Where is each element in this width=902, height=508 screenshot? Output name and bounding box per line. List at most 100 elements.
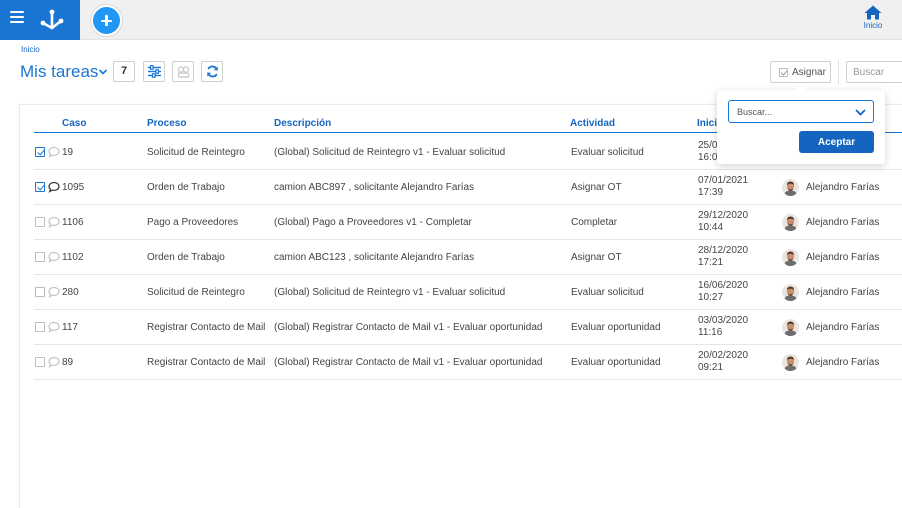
table-row[interactable]: 89 Registrar Contacto de Mail (Global) Reg… xyxy=(34,345,902,380)
comment-icon[interactable] xyxy=(48,181,60,193)
start-date: 29/12/2020 xyxy=(698,210,749,221)
cell-caso: 1106 xyxy=(62,217,84,228)
assign-label: Asignar xyxy=(792,67,826,78)
assign-check-icon xyxy=(779,68,788,77)
cell-proceso: Orden de Trabajo xyxy=(147,252,225,263)
comment-icon[interactable] xyxy=(48,356,60,368)
table-row[interactable]: 280 Solicitud de Reintegro (Global) Solici… xyxy=(34,275,902,310)
cell-descripcion: (Global) Registrar Contacto de Mail v1 -… xyxy=(274,322,543,333)
cell-caso: 280 xyxy=(62,287,79,298)
start-time: 11:16 xyxy=(698,327,723,338)
user-avatar xyxy=(782,214,799,231)
start-time: 17:21 xyxy=(698,257,724,268)
start-date: 25/0 xyxy=(698,140,718,151)
hamburger-menu-icon[interactable] xyxy=(10,11,24,25)
user-avatar xyxy=(782,319,799,336)
comment-icon[interactable] xyxy=(48,216,60,228)
user-avatar xyxy=(782,179,799,196)
top-bar: Inicio xyxy=(0,0,902,40)
column-header-actividad[interactable]: Actividad xyxy=(570,118,615,129)
search-input[interactable] xyxy=(846,61,902,83)
cell-usuario: Alejandro Farías xyxy=(806,252,880,263)
user-avatar xyxy=(782,354,799,371)
start-time: 10:44 xyxy=(698,222,724,233)
chevron-down-icon[interactable] xyxy=(98,68,108,76)
row-checkbox[interactable] xyxy=(35,147,45,157)
start-time: 09:21 xyxy=(698,362,724,373)
brand-block xyxy=(0,0,80,40)
row-checkbox[interactable] xyxy=(35,252,45,262)
cell-descripcion: (Global) Pago a Proveedores v1 - Complet… xyxy=(274,217,472,228)
column-header-proceso[interactable]: Proceso xyxy=(147,118,186,129)
cell-caso: 89 xyxy=(62,357,74,368)
cell-inicio: 25/0 16:0 xyxy=(698,140,717,164)
cell-inicio: 29/12/2020 10:44 xyxy=(698,210,748,234)
group-view-button[interactable] xyxy=(172,61,194,82)
cell-actividad: Evaluar solicitud xyxy=(571,147,644,158)
start-date: 28/12/2020 xyxy=(698,245,749,256)
cell-actividad: Evaluar oportunidad xyxy=(571,322,661,333)
home-icon xyxy=(864,5,882,20)
start-time: 17:39 xyxy=(698,187,724,198)
cell-usuario: Alejandro Farías xyxy=(806,217,880,228)
cell-actividad: Evaluar solicitud xyxy=(571,287,644,298)
sliders-icon xyxy=(148,65,161,78)
add-button[interactable] xyxy=(91,5,122,36)
row-checkbox[interactable] xyxy=(35,182,45,192)
home-link[interactable]: Inicio xyxy=(856,5,890,35)
comment-icon[interactable] xyxy=(48,146,60,158)
table-row[interactable]: 117 Registrar Contacto de Mail (Global) Re… xyxy=(34,310,902,345)
cell-caso: 117 xyxy=(62,322,78,333)
cell-proceso: Registrar Contacto de Mail xyxy=(147,357,266,368)
cell-descripcion: (Global) Solicitud de Reintegro v1 - Eva… xyxy=(274,147,506,158)
table-row[interactable]: 1095 Orden de Trabajo camion ABC897 , soli… xyxy=(34,170,902,205)
cell-descripcion: camion ABC123 , solicitante Alejandro Fa… xyxy=(274,252,475,263)
cell-inicio: 03/03/2020 11:16 xyxy=(698,315,748,339)
row-checkbox[interactable] xyxy=(35,322,45,332)
cell-descripcion: (Global) Registrar Contacto de Mail v1 -… xyxy=(274,357,543,368)
comment-icon[interactable] xyxy=(48,286,60,298)
cell-usuario: Alejandro Farías xyxy=(806,287,880,298)
cell-inicio: 28/12/2020 17:21 xyxy=(698,245,748,269)
cell-actividad: Asignar OT xyxy=(571,182,622,193)
start-date: 03/03/2020 xyxy=(698,315,749,326)
cell-inicio: 20/02/2020 09:21 xyxy=(698,350,748,374)
page-title[interactable]: Mis tareas xyxy=(20,62,98,82)
column-header-caso[interactable]: Caso xyxy=(62,118,86,129)
cell-proceso: Orden de Trabajo xyxy=(147,182,225,193)
cell-descripcion: camion ABC897 , solicitante Alejandro Fa… xyxy=(274,182,475,193)
start-date: 20/02/2020 xyxy=(698,350,749,361)
assign-button[interactable]: Asignar xyxy=(770,61,831,83)
cell-usuario: Alejandro Farías xyxy=(806,182,880,193)
user-select-dropdown[interactable]: Buscar... xyxy=(728,100,874,123)
cell-usuario: Alejandro Farías xyxy=(806,357,880,368)
group-icon xyxy=(177,66,190,78)
start-time: 10:27 xyxy=(698,292,724,303)
cell-caso: 19 xyxy=(62,147,74,158)
user-avatar xyxy=(782,249,799,266)
accept-button[interactable]: Aceptar xyxy=(799,131,874,153)
column-header-descripcion[interactable]: Descripción xyxy=(274,118,331,129)
refresh-icon xyxy=(207,65,218,78)
brand-logo-icon[interactable] xyxy=(38,6,66,34)
row-checkbox[interactable] xyxy=(35,287,45,297)
row-checkbox[interactable] xyxy=(35,357,45,367)
user-select-placeholder: Buscar... xyxy=(737,107,773,117)
refresh-button[interactable] xyxy=(201,61,223,82)
breadcrumb[interactable]: Inicio xyxy=(21,45,40,54)
filter-settings-button[interactable] xyxy=(143,61,165,82)
cell-inicio: 16/06/2020 10:27 xyxy=(698,280,748,304)
comment-icon[interactable] xyxy=(48,251,60,263)
start-date: 16/06/2020 xyxy=(698,280,749,291)
cell-proceso: Registrar Contacto de Mail xyxy=(147,322,266,333)
comment-icon[interactable] xyxy=(48,321,60,333)
toolbar-divider xyxy=(838,60,839,84)
table-row[interactable]: 1102 Orden de Trabajo camion ABC123 , soli… xyxy=(34,240,902,275)
cell-actividad: Asignar OT xyxy=(571,252,622,263)
row-checkbox[interactable] xyxy=(35,217,45,227)
cell-actividad: Completar xyxy=(571,217,618,228)
table-row[interactable]: 1106 Pago a Proveedores (Global) Pago a Pr… xyxy=(34,205,902,240)
start-date: 07/01/2021 xyxy=(698,175,749,186)
cell-proceso: Solicitud de Reintegro xyxy=(147,147,245,158)
cell-caso: 1102 xyxy=(62,252,84,263)
